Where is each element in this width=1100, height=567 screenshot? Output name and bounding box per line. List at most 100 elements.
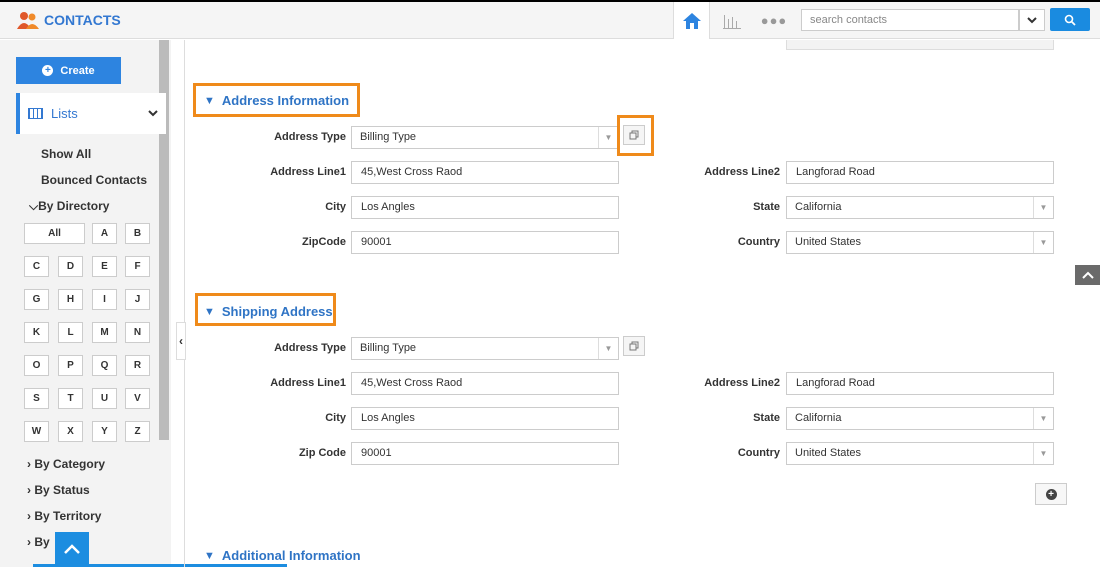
city-input[interactable]: Los Angles — [351, 196, 619, 219]
country-select[interactable]: United States ▼ — [786, 231, 1054, 254]
letter-k[interactable]: K — [24, 322, 49, 343]
create-button[interactable]: + Create — [16, 57, 121, 84]
search-button[interactable] — [1050, 8, 1090, 31]
address-line2-label: Address Line2 — [704, 166, 780, 178]
letter-all[interactable]: All — [24, 223, 85, 244]
dropdown-arrow-icon: ▼ — [1033, 443, 1053, 464]
scroll-up-button[interactable] — [55, 532, 89, 567]
list-icon — [28, 108, 43, 119]
letter-p[interactable]: P — [58, 355, 83, 376]
by-territory-toggle[interactable]: › By Territory — [27, 509, 101, 523]
shipping-address-line1-input[interactable]: 45,West Cross Raod — [351, 372, 619, 395]
search-icon — [1064, 14, 1076, 26]
letter-x[interactable]: X — [58, 421, 83, 442]
letter-w[interactable]: W — [24, 421, 49, 442]
by-more-toggle[interactable]: › By — [27, 535, 50, 549]
add-address-button[interactable]: + — [1035, 483, 1067, 505]
letter-r[interactable]: R — [125, 355, 150, 376]
letter-s[interactable]: S — [24, 388, 49, 409]
shipping-state-select[interactable]: California ▼ — [786, 407, 1054, 430]
address-type-select[interactable]: Billing Type ▼ — [351, 126, 619, 149]
section-toggle-address-information[interactable]: ▼ Address Information — [204, 93, 349, 108]
city-label: City — [325, 201, 346, 213]
country-label: Country — [737, 236, 780, 248]
dropdown-arrow-icon: ▼ — [598, 127, 618, 148]
copy-icon — [629, 341, 639, 351]
letter-c[interactable]: C — [24, 256, 49, 277]
copy-icon — [629, 130, 639, 140]
search-input[interactable] — [801, 9, 1019, 31]
shipping-country-select[interactable]: United States ▼ — [786, 442, 1054, 465]
letter-l[interactable]: L — [58, 322, 83, 343]
by-status-toggle[interactable]: › By Status — [27, 483, 90, 497]
show-all-link[interactable]: Show All — [41, 147, 91, 161]
shipping-zipcode-input[interactable]: 90001 — [351, 442, 619, 465]
letter-f[interactable]: F — [125, 256, 150, 277]
top-bar: CONTACTS ●●● — [0, 0, 1100, 39]
chevron-up-icon — [1081, 271, 1094, 279]
by-directory-label: By Directory — [38, 199, 110, 213]
letter-u[interactable]: U — [92, 388, 117, 409]
letter-v[interactable]: V — [125, 388, 150, 409]
reports-button[interactable] — [709, 2, 754, 39]
letter-j[interactable]: J — [125, 289, 150, 310]
by-category-toggle[interactable]: › By Category — [27, 457, 105, 471]
create-label: Create — [60, 64, 95, 77]
state-select[interactable]: California ▼ — [786, 196, 1054, 219]
shipping-city-label: City — [325, 412, 346, 424]
home-button[interactable] — [673, 2, 709, 39]
zipcode-label: ZipCode — [302, 236, 346, 248]
address-line2-input[interactable]: Langforad Road — [786, 161, 1054, 184]
letter-e[interactable]: E — [92, 256, 117, 277]
country-value: United States — [795, 236, 862, 248]
chevron-left-icon: ‹ — [179, 334, 183, 348]
app-logo[interactable]: CONTACTS — [17, 11, 121, 29]
letter-t[interactable]: T — [58, 388, 83, 409]
shipping-address-line2-label: Address Line2 — [704, 377, 780, 389]
address-line1-label: Address Line1 — [270, 166, 346, 178]
letter-b[interactable]: B — [125, 223, 150, 244]
chevron-down-icon: ⌵ — [29, 199, 39, 213]
shipping-address-type-label: Address Type — [274, 342, 346, 354]
more-options-button[interactable]: ●●● — [754, 2, 794, 39]
letter-d[interactable]: D — [58, 256, 83, 277]
letter-h[interactable]: H — [58, 289, 83, 310]
letter-q[interactable]: Q — [92, 355, 117, 376]
letter-y[interactable]: Y — [92, 421, 117, 442]
field-partial — [786, 40, 1054, 50]
section-heading: Additional Information — [221, 548, 361, 563]
lists-dropdown[interactable]: Lists — [16, 93, 166, 134]
shipping-address-type-select[interactable]: Billing Type ▼ — [351, 337, 619, 360]
copy-address-button[interactable] — [623, 125, 645, 145]
by-category-label: By Category — [34, 457, 106, 471]
letter-z[interactable]: Z — [125, 421, 150, 442]
shipping-city-input[interactable]: Los Angles — [351, 407, 619, 430]
chevron-up-icon — [64, 544, 80, 554]
scroll-to-top-button[interactable] — [1075, 265, 1100, 285]
search-filter-dropdown[interactable] — [1019, 9, 1045, 31]
by-directory-toggle[interactable]: ⌵By Directory — [29, 199, 109, 214]
address-type-label: Address Type — [274, 131, 346, 143]
section-heading: Address Information — [221, 93, 350, 108]
address-line1-input[interactable]: 45,West Cross Raod — [351, 161, 619, 184]
copy-address-button[interactable] — [623, 336, 645, 356]
chevron-down-icon: ▼ — [204, 549, 215, 562]
app-title: CONTACTS — [44, 12, 121, 28]
zipcode-input[interactable]: 90001 — [351, 231, 619, 254]
shipping-address-line2-input[interactable]: Langforad Road — [786, 372, 1054, 395]
letter-m[interactable]: M — [92, 322, 117, 343]
collapse-sidebar-button[interactable]: ‹ — [176, 322, 186, 360]
plus-icon: + — [42, 65, 54, 76]
letter-i[interactable]: I — [92, 289, 117, 310]
dropdown-arrow-icon: ▼ — [1033, 197, 1053, 218]
bounced-contacts-link[interactable]: Bounced Contacts — [41, 173, 147, 187]
dropdown-arrow-icon: ▼ — [598, 338, 618, 359]
section-toggle-additional-information[interactable]: ▼ Additional Information — [204, 548, 361, 563]
by-territory-label: By Territory — [34, 509, 102, 523]
letter-a[interactable]: A — [92, 223, 117, 244]
chevron-down-icon — [1027, 16, 1037, 23]
letter-n[interactable]: N — [125, 322, 150, 343]
letter-g[interactable]: G — [24, 289, 49, 310]
section-toggle-shipping-address[interactable]: ▼ Shipping Address — [204, 304, 333, 319]
letter-o[interactable]: O — [24, 355, 49, 376]
